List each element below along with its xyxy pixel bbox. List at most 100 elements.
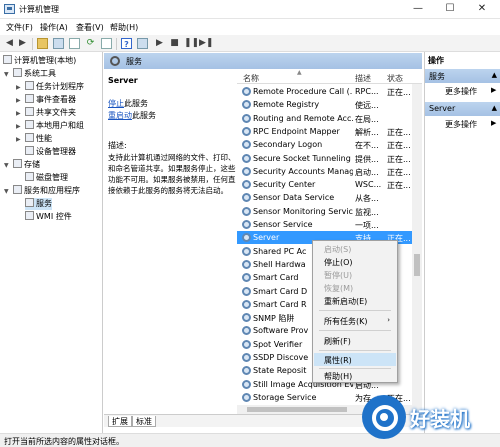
menu-item-properties[interactable]: 属性(R) [314, 353, 396, 366]
folder-up-icon[interactable] [37, 38, 48, 49]
table-row[interactable]: Sensor Service 一项... [237, 218, 413, 231]
list-vertical-scrollbar[interactable] [412, 84, 422, 413]
service-gear-icon [242, 366, 251, 376]
tree-item-device-manager[interactable]: 设备管理器 [25, 146, 76, 158]
tab-extended[interactable]: 扩展 [108, 416, 132, 427]
tree-item-services-apps[interactable]: 服务和应用程序 [13, 185, 80, 197]
menu-item-help[interactable]: 帮助(H) [314, 369, 396, 382]
show-hide-tree-icon[interactable] [53, 38, 64, 49]
table-row[interactable]: Security Accounts Manag... 启动... 正在... [237, 165, 413, 178]
service-description: RPC... [355, 87, 379, 96]
collapse-icon[interactable]: ▼ [4, 188, 9, 195]
device-manager-icon [25, 146, 34, 155]
watermark-logo-icon [362, 395, 406, 439]
menu-item-refresh[interactable]: 刷新(F) [314, 334, 396, 347]
stop-service-icon[interactable]: ■ [169, 38, 180, 49]
expand-icon[interactable]: ▶ [16, 97, 21, 104]
scrollbar-thumb[interactable] [247, 407, 347, 412]
more-actions-services[interactable]: 更多操作 [445, 86, 477, 97]
table-row[interactable]: Sensor Data Service 从各... [237, 191, 413, 204]
tree-item-storage[interactable]: 存储 [13, 159, 40, 171]
tab-standard[interactable]: 标准 [132, 416, 156, 427]
maximize-button[interactable]: ☐ [434, 0, 466, 18]
menu-help[interactable]: 帮助(H) [110, 22, 138, 33]
table-row[interactable]: Remote Procedure Call (... RPC... 正在... [237, 85, 413, 98]
window-title: 计算机管理 [19, 5, 59, 14]
menu-item-start[interactable]: 启动(S) [314, 242, 396, 255]
tree-item-shared-folders[interactable]: 共享文件夹 [25, 107, 76, 119]
tree-item-task-scheduler[interactable]: 任务计划程序 [25, 81, 84, 93]
toolbar-divider [116, 38, 117, 50]
column-name[interactable]: 名称 [243, 73, 259, 84]
pause-service-icon[interactable]: ❚❚ [184, 38, 199, 49]
expand-icon[interactable]: ▶ [16, 123, 21, 130]
tree-item-disk-management[interactable]: 磁盘管理 [25, 172, 68, 184]
table-row[interactable]: Secure Socket Tunneling ... 提供... 正在... [237, 152, 413, 165]
menu-item-restart[interactable]: 重新启动(E) [314, 294, 396, 307]
forward-arrow-icon[interactable]: ▶ [17, 38, 28, 49]
service-description: 使远... [355, 101, 379, 111]
actions-group-server[interactable]: Server ▲ [425, 102, 500, 116]
expand-icon[interactable]: ▶ [16, 84, 21, 91]
menu-item-pause[interactable]: 暂停(U) [314, 268, 396, 281]
service-status: 正在... [387, 181, 411, 191]
tree-item-event-viewer[interactable]: 事件查看器 [25, 94, 76, 106]
table-row[interactable]: Sensor Monitoring Service 监视... [237, 205, 413, 218]
collapse-up-icon[interactable]: ▲ [492, 71, 497, 79]
collapse-icon[interactable]: ▼ [4, 162, 9, 169]
service-name: Secondary Logon [253, 140, 323, 150]
menu-file[interactable]: 文件(F) [6, 22, 33, 33]
more-actions-server[interactable]: 更多操作 [445, 119, 477, 130]
service-name: Storage Service [253, 392, 317, 402]
service-description: 从各... [355, 194, 379, 204]
table-row[interactable]: Security Center WSC... 正在... [237, 178, 413, 191]
tree-item-services[interactable]: 服务 [25, 198, 52, 210]
expand-icon[interactable]: ▶ [16, 136, 21, 143]
menu-separator [319, 330, 391, 331]
menu-view[interactable]: 查看(V) [76, 22, 104, 33]
column-description[interactable]: 描述 [355, 73, 371, 84]
restart-service-link[interactable]: 重启动 [108, 111, 132, 120]
actions-group-services[interactable]: 服务 ▲ [425, 69, 500, 83]
table-row[interactable]: Routing and Remote Acc... 在局... [237, 112, 413, 125]
actions-header: 操作 [428, 56, 444, 65]
context-menu: 启动(S) 停止(O) 暂停(U) 恢复(M) 重新启动(E) 所有任务(K) ›… [312, 240, 398, 383]
table-row[interactable]: Remote Registry 使远... [237, 98, 413, 111]
menu-action[interactable]: 操作(A) [40, 22, 68, 33]
column-status[interactable]: 状态 [387, 73, 403, 84]
submenu-arrow-icon: ▶ [491, 119, 497, 127]
status-text: 打开当前所选内容的属性对话框。 [4, 437, 124, 446]
clock-icon [25, 81, 34, 90]
storage-icon [13, 159, 22, 168]
service-gear-icon [242, 153, 251, 163]
menu-item-resume[interactable]: 恢复(M) [314, 281, 396, 294]
expand-icon[interactable]: ▶ [16, 110, 21, 117]
tree-item-computer-management[interactable]: 计算机管理(本地) [3, 55, 76, 67]
table-row[interactable]: RPC Endpoint Mapper 解析... 正在... [237, 125, 413, 138]
export-list-icon[interactable] [101, 38, 112, 49]
back-arrow-icon[interactable]: ◀ [4, 38, 15, 49]
service-gear-icon [242, 166, 251, 176]
close-button[interactable]: ✕ [466, 0, 498, 18]
collapse-up-icon[interactable]: ▲ [492, 104, 497, 112]
console-icon[interactable] [137, 38, 148, 49]
menu-item-stop[interactable]: 停止(O) [314, 255, 396, 268]
start-service-icon[interactable]: ▶ [154, 38, 165, 49]
refresh-icon[interactable]: ⟳ [85, 38, 96, 49]
stop-service-link[interactable]: 停止 [108, 99, 124, 108]
minimize-button[interactable]: — [402, 0, 434, 18]
properties-icon[interactable] [69, 38, 80, 49]
restart-service-icon[interactable]: ▶❚ [199, 38, 213, 49]
help-icon[interactable]: ? [121, 38, 132, 49]
tree-item-performance[interactable]: 性能 [25, 133, 52, 145]
tree-item-system-tools[interactable]: 系统工具 [13, 68, 56, 80]
service-name: Sensor Monitoring Service [253, 206, 353, 216]
table-row[interactable]: Secondary Logon 在不... 正在... [237, 138, 413, 151]
tree-item-local-users[interactable]: 本地用户和组 [25, 120, 84, 132]
menu-item-all-tasks[interactable]: 所有任务(K) › [314, 314, 396, 327]
scrollbar-thumb[interactable] [414, 254, 420, 276]
tree-item-wmi-control[interactable]: WMI 控件 [25, 211, 72, 223]
collapse-icon[interactable]: ▼ [4, 71, 9, 78]
submenu-arrow-icon: ▶ [491, 86, 497, 94]
actions-pane: 操作 服务 ▲ 更多操作 ▶ Server ▲ 更多操作 ▶ [424, 52, 500, 433]
